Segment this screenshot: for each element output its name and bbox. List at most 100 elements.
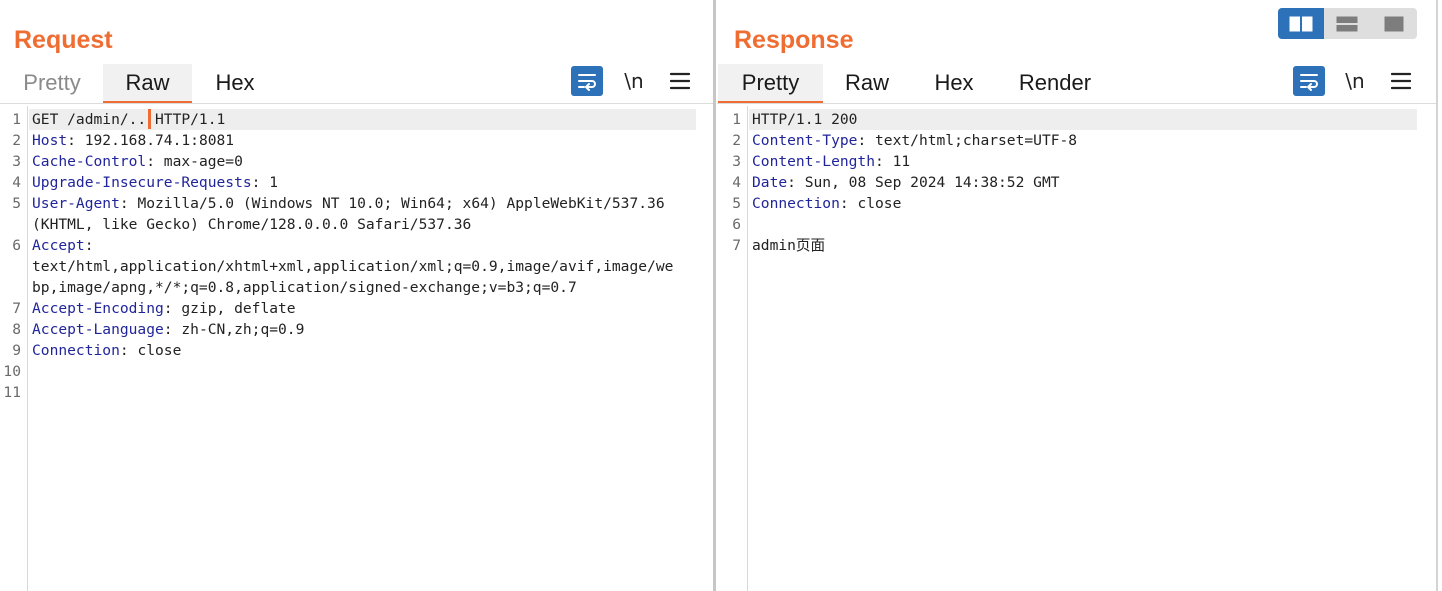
response-menu-button[interactable] [1388, 66, 1414, 96]
request-line: 9 Connection: close [0, 340, 713, 361]
line-text: bp,image/apng,*/*;q=0.8,application/sign… [32, 277, 577, 298]
scrollbar[interactable] [1436, 0, 1438, 591]
line-text: admin页面 [752, 235, 825, 256]
header-value: : [84, 237, 94, 254]
wrap-lines-icon [578, 74, 596, 91]
line-number: 11 [3, 384, 21, 401]
header-value: : close [839, 195, 902, 212]
header-name: Connection [32, 342, 120, 359]
line-number: 5 [732, 195, 741, 212]
request-tab-hex[interactable]: Hex [203, 64, 267, 104]
request-line: bp,image/apng,*/*;q=0.8,application/sign… [0, 277, 713, 298]
request-title: Request [14, 26, 113, 54]
request-line: 3 Cache-Control: max-age=0 [0, 151, 713, 172]
line-text: Host: 192.168.74.1:8081 [32, 130, 234, 151]
line-number: 6 [12, 237, 21, 254]
request-line: 5 User-Agent: Mozilla/5.0 (Windows NT 10.… [0, 193, 713, 214]
line-text: Connection: close [752, 193, 901, 214]
header-name: Connection [752, 195, 840, 212]
single-pane-view-button[interactable] [1371, 8, 1417, 39]
request-line: 10 [0, 361, 713, 382]
request-line: text/html,application/xhtml+xml,applicat… [0, 256, 713, 277]
line-number: 4 [12, 174, 21, 191]
line-content: bp,image/apng,*/*;q=0.8,application/sign… [32, 279, 577, 296]
line-text: Upgrade-Insecure-Requests: 1 [32, 172, 278, 193]
response-line: 3 Content-Length: 11 [717, 151, 1442, 172]
word-wrap-toggle-button[interactable] [571, 66, 603, 96]
line-number: 9 [12, 342, 21, 359]
response-panel: Response Pretty Raw Hex Render \n 1 HTTP/… [717, 0, 1442, 591]
line-text: (KHTML, like Gecko) Chrome/128.0.0.0 Saf… [32, 214, 471, 235]
header-value: : 192.168.74.1:8081 [67, 132, 235, 149]
line-text: Connection: close [32, 340, 181, 361]
line-text: Accept-Encoding: gzip, deflate [32, 298, 296, 319]
line-number: 7 [732, 237, 741, 254]
request-line: (KHTML, like Gecko) Chrome/128.0.0.0 Saf… [0, 214, 713, 235]
hamburger-menu-icon [670, 72, 690, 90]
show-newlines-button[interactable]: \n [1342, 66, 1368, 96]
line-number: 1 [12, 111, 21, 128]
response-tab-raw[interactable]: Raw [834, 64, 900, 104]
response-line: 2 Content-Type: text/html;charset=UTF-8 [717, 130, 1442, 151]
header-value: : max-age=0 [146, 153, 243, 170]
panel-divider[interactable] [713, 0, 716, 591]
response-tab-render[interactable]: Render [1009, 64, 1101, 104]
single-pane-icon [1384, 16, 1404, 31]
header-value: : close [119, 342, 182, 359]
show-newlines-button[interactable]: \n [621, 66, 647, 96]
line-text: HTTP/1.1 200 [752, 109, 857, 130]
line-number: 7 [12, 300, 21, 317]
header-name: Upgrade-Insecure-Requests [32, 174, 252, 191]
request-line: 7 Accept-Encoding: gzip, deflate [0, 298, 713, 319]
line-number: 2 [732, 132, 741, 149]
header-name: Content-Type [752, 132, 858, 149]
line-number: 1 [732, 111, 741, 128]
line-content: admin页面 [752, 237, 826, 254]
request-editor[interactable]: 1 GET /admin/.. HTTP/1.1 2 Host: 192.168.74… [0, 106, 713, 591]
request-tabs: Pretty Raw Hex [0, 64, 713, 104]
request-menu-button[interactable] [667, 66, 693, 96]
request-tab-pretty[interactable]: Pretty [14, 64, 90, 104]
line-text: User-Agent: Mozilla/5.0 (Windows NT 10.0… [32, 193, 665, 214]
line-content: text/html,application/xhtml+xml,applicat… [32, 258, 674, 275]
line-content: GET /admin/.. HTTP/1.1 [32, 111, 226, 128]
line-number: 3 [12, 153, 21, 170]
side-by-side-icon [1289, 16, 1313, 31]
request-line: 8 Accept-Language: zh-CN,zh;q=0.9 [0, 319, 713, 340]
line-content: HTTP/1.1 200 [752, 111, 858, 128]
request-tab-underline [0, 103, 713, 104]
header-value: : Mozilla/5.0 (Windows NT 10.0; Win64; x… [119, 195, 665, 212]
header-value: : 11 [875, 153, 911, 170]
response-line: 4 Date: Sun, 08 Sep 2024 14:38:52 GMT [717, 172, 1442, 193]
line-number: 8 [12, 321, 21, 338]
response-tab-underline [717, 103, 1436, 104]
line-text: text/html,application/xhtml+xml,applicat… [32, 256, 673, 277]
request-tab-raw[interactable]: Raw [103, 64, 192, 104]
header-name: Date [752, 174, 788, 191]
word-wrap-toggle-button[interactable] [1293, 66, 1325, 96]
stacked-view-button[interactable] [1324, 8, 1370, 39]
response-tab-pretty[interactable]: Pretty [718, 64, 823, 104]
response-editor[interactable]: 1 HTTP/1.1 200 2 Content-Type: text/html;ch… [717, 106, 1442, 591]
line-text: Content-Length: 11 [752, 151, 910, 172]
response-line: 5 Connection: close [717, 193, 1442, 214]
line-number: 2 [12, 132, 21, 149]
header-value: : gzip, deflate [163, 300, 296, 317]
hamburger-menu-icon [1391, 72, 1411, 90]
line-number: 10 [3, 363, 21, 380]
header-value: : text/html;charset=UTF-8 [857, 132, 1078, 149]
line-number: 4 [732, 174, 741, 191]
line-content: (KHTML, like Gecko) Chrome/128.0.0.0 Saf… [32, 216, 472, 233]
header-name: User-Agent [32, 195, 120, 212]
side-by-side-view-button[interactable] [1278, 8, 1325, 39]
response-line: 1 HTTP/1.1 200 [717, 109, 1442, 130]
header-name: Cache-Control [32, 153, 147, 170]
request-panel: Request Pretty Raw Hex \n 1 GET /admin/..… [0, 0, 713, 591]
line-text: Accept: [32, 235, 94, 256]
header-value: : zh-CN,zh;q=0.9 [163, 321, 305, 338]
header-value: : Sun, 08 Sep 2024 14:38:52 GMT [787, 174, 1060, 191]
response-tab-hex[interactable]: Hex [922, 64, 986, 104]
header-name: Accept-Language [32, 321, 164, 338]
wrap-lines-icon [1300, 74, 1318, 91]
response-title: Response [734, 26, 854, 54]
